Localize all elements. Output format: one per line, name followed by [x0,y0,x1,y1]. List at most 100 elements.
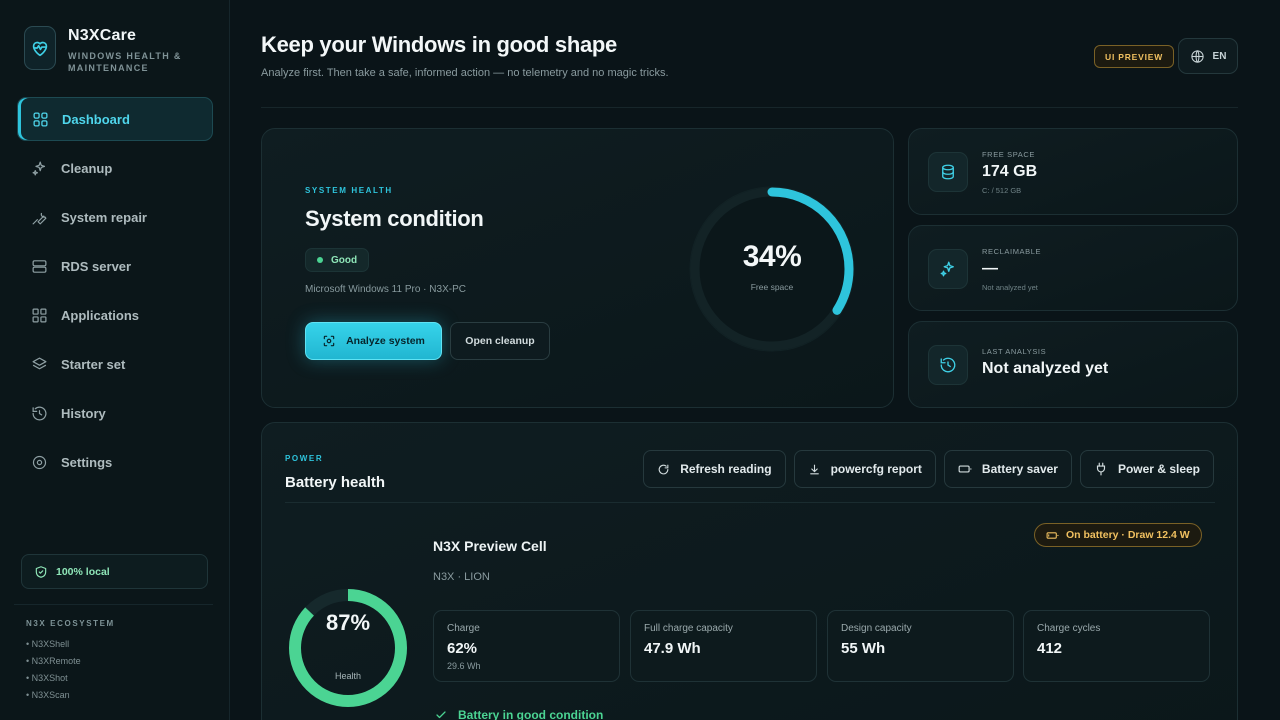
divider [14,604,213,605]
metric-label: Charge [447,623,480,634]
sidebar-item-applications[interactable]: Applications [17,293,213,337]
shield-icon [34,565,48,579]
battery-condition: Battery in good condition [435,708,603,720]
sidebar-item-rds-server[interactable]: RDS server [17,244,213,288]
sparkles-icon [30,159,48,177]
local-badge-label: 100% local [56,565,110,578]
full-charge-metric: Full charge capacity 47.9 Wh [630,610,817,682]
sidebar-item-cleanup[interactable]: Cleanup [17,146,213,190]
stat-value: — [982,260,998,277]
brand-subtitle: WINDOWS HEALTH & MAINTENANCE [68,51,182,73]
battery-health-label: Health [334,671,361,681]
sidebar-item-label: History [61,405,106,421]
sidebar-item-settings[interactable]: Settings [17,440,213,484]
scan-icon [322,334,336,348]
sidebar-item-dashboard[interactable]: Dashboard [17,97,213,141]
free-space-card: FREE SPACE 174 GB C: / 512 GB [908,128,1238,215]
battery-saver-button[interactable]: Battery saver [943,450,1072,488]
battery-saver-label: Battery saver [981,462,1058,476]
analyze-system-button[interactable]: Analyze system [305,322,442,360]
battery-health-gauge: 87% Health [286,586,410,710]
stat-value: Not analyzed yet [982,360,1109,377]
sidebar-nav: Dashboard Cleanup System repair RDS serv… [17,97,213,489]
metric-value: 62% [447,640,478,657]
last-analysis-card: LAST ANALYSIS Not analyzed yet [908,321,1238,408]
system-health-card: SYSTEM HEALTH System condition Good Micr… [261,128,894,408]
battery-name: N3X Preview Cell [433,538,547,554]
check-icon [435,709,447,720]
stat-value: 174 GB [982,163,1038,180]
status-label: Good [331,254,358,266]
language-label: EN [1212,50,1227,62]
sidebar: N3XCare WINDOWS HEALTH & MAINTENANCE Das… [0,0,230,720]
metric-sub: 29.6 Wh [447,661,481,671]
sidebar-item-label: Starter set [61,356,126,372]
divider [285,502,1215,503]
brand-name: N3XCare [68,27,137,44]
section-label: POWER [285,454,324,463]
main-content: Keep your Windows in good shape Analyze … [231,0,1280,720]
gauge-label: Free space [750,282,794,292]
sidebar-item-label: Cleanup [61,160,113,176]
layers-icon [30,355,48,373]
battery-health-value: 87% [325,610,371,635]
analyze-system-label: Analyze system [346,335,425,347]
stat-label: RECLAIMABLE [982,247,1042,256]
stat-sub: Not analyzed yet [982,283,1038,292]
os-info: Microsoft Windows 11 Pro · N3X-PC [305,284,466,295]
free-space-gauge: 34% Free space [682,179,862,359]
battery-draw-label: On battery · Draw 12.4 W [1066,529,1190,541]
ecosystem-link[interactable]: • N3XShell [26,638,81,655]
sidebar-item-starter-set[interactable]: Starter set [17,342,213,386]
reclaimable-card: RECLAIMABLE — Not analyzed yet [908,225,1238,311]
battery-draw-badge: On battery · Draw 12.4 W [1034,523,1202,547]
refresh-icon [657,463,670,476]
power-sleep-button[interactable]: Power & sleep [1079,450,1214,488]
language-button[interactable]: EN [1178,38,1238,74]
ecosystem-list: • N3XShell • N3XRemote • N3XShot • N3XSc… [26,638,81,706]
refresh-reading-label: Refresh reading [680,462,772,476]
sidebar-item-label: System repair [61,209,147,225]
database-icon [928,152,968,192]
battery-condition-label: Battery in good condition [458,708,604,720]
metric-value: 47.9 Wh [644,640,701,657]
page-subtitle: Analyze first. Then take a safe, informe… [261,67,669,79]
sidebar-item-label: Settings [61,454,113,470]
charge-metric: Charge 62% 29.6 Wh [433,610,620,682]
brand: N3XCare WINDOWS HEALTH & MAINTENANCE [24,26,198,74]
status-dot [317,257,323,263]
stat-label: LAST ANALYSIS [982,347,1047,356]
ecosystem-title: N3X ECOSYSTEM [26,619,115,628]
status-badge: Good [305,248,370,272]
open-cleanup-button[interactable]: Open cleanup [450,322,550,360]
sidebar-item-label: RDS server [61,258,132,274]
battery-title: Battery health [285,474,386,491]
sidebar-item-label: Dashboard [62,111,130,127]
ecosystem-link[interactable]: • N3XRemote [26,655,81,672]
sidebar-item-label: Applications [61,307,140,323]
battery-chemistry: N3X · LION [433,571,490,583]
sidebar-item-system-repair[interactable]: System repair [17,195,213,239]
ecosystem-link[interactable]: • N3XShot [26,672,81,689]
health-title: System condition [305,206,484,231]
metric-label: Charge cycles [1037,623,1101,634]
gauge-value: 34% [742,240,802,273]
apps-icon [30,306,48,324]
gear-icon [30,453,48,471]
powercfg-report-button[interactable]: powercfg report [793,450,936,488]
server-icon [30,257,48,275]
stat-sub: C: / 512 GB [982,186,1022,195]
battery-icon [1046,529,1059,542]
metric-label: Design capacity [841,623,912,634]
heart-pulse-icon [24,26,56,70]
page-title: Keep your Windows in good shape [261,32,617,57]
refresh-reading-button[interactable]: Refresh reading [643,450,786,488]
preview-badge: UI PREVIEW [1094,45,1175,68]
ecosystem-link[interactable]: • N3XScan [26,689,81,706]
sidebar-item-history[interactable]: History [17,391,213,435]
metric-value: 55 Wh [841,640,886,657]
history-icon [30,404,48,422]
section-label: SYSTEM HEALTH [305,186,393,195]
charge-cycles-metric: Charge cycles 412 [1023,610,1210,682]
wrench-icon [30,208,48,226]
